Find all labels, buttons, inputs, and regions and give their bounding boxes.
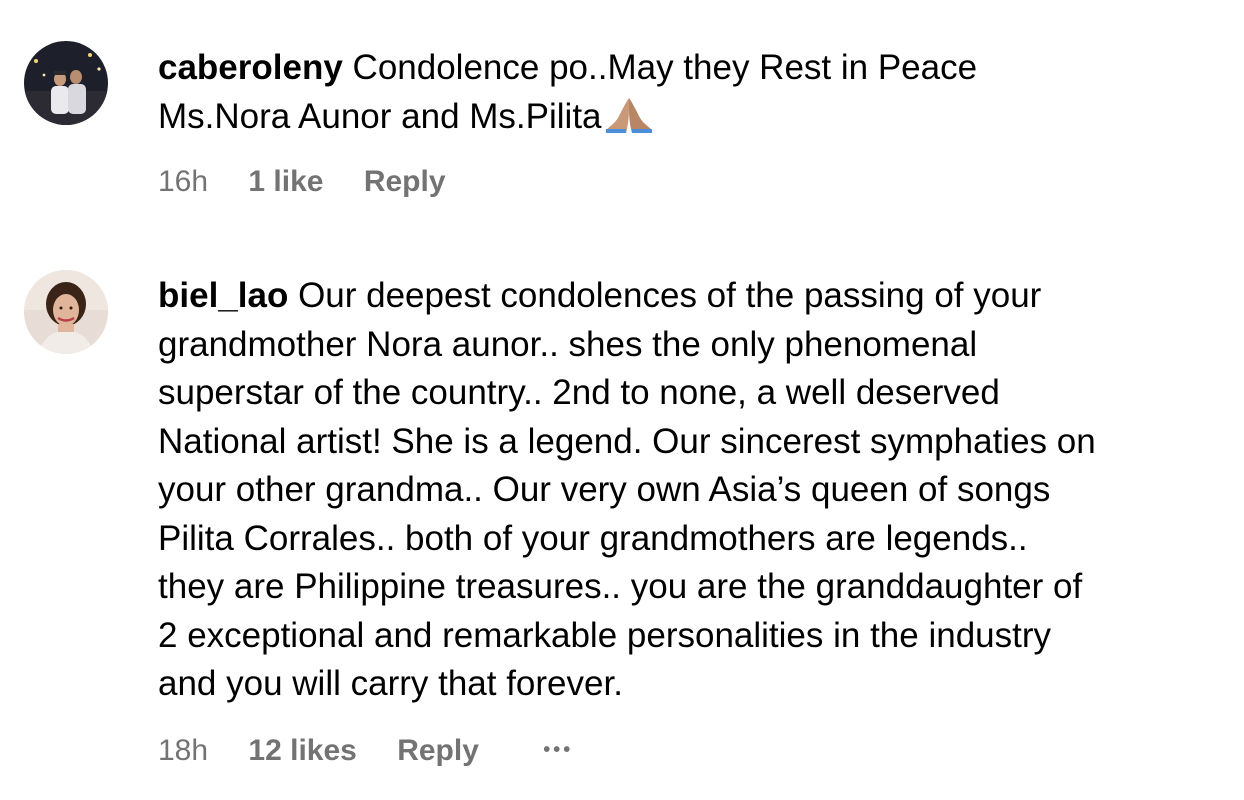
comment-biel-lao: biel_lao Our deepest condolences of the … bbox=[0, 230, 1244, 800]
comment-username[interactable]: biel_lao bbox=[158, 276, 288, 315]
reply-button[interactable]: Reply bbox=[397, 733, 479, 769]
comment-time: 16h bbox=[158, 165, 209, 198]
comment-text-line: Ms.Nora Aunor and Ms.Pilita bbox=[158, 96, 602, 136]
avatar-image bbox=[24, 41, 108, 125]
more-options-icon[interactable]: ••• bbox=[543, 732, 573, 768]
comment-username[interactable]: caberoleny bbox=[158, 48, 343, 87]
comment-caberoleny: caberoleny Condolence po..May they Rest … bbox=[0, 0, 1244, 230]
comment-text: biel_lao Our deepest condolences of the … bbox=[158, 272, 1228, 709]
reply-button[interactable]: Reply bbox=[364, 164, 446, 200]
comment-meta: 18h 12 likes Reply ••• bbox=[158, 732, 573, 769]
comment-body: caberoleny Condolence po..May they Rest … bbox=[158, 44, 1228, 198]
comment-text-line: Pilita Corrales.. both of your grandmoth… bbox=[158, 518, 1028, 558]
avatar-biel-lao[interactable] bbox=[24, 270, 108, 354]
comment-text-line: your other grandma.. Our very own Asia’s… bbox=[158, 470, 1051, 509]
comment-text-line: they are Philippine treasures.. you are … bbox=[158, 567, 1083, 606]
comment-text-line: 2 exceptional and remarkable personaliti… bbox=[158, 615, 1052, 655]
comment-text-line: grandmother Nora aunor.. shes the only p… bbox=[158, 324, 978, 364]
comment-likes[interactable]: 12 likes bbox=[248, 733, 356, 769]
comment-text-line: superstar of the country.. 2nd to none, … bbox=[158, 373, 1000, 412]
folded-hands-icon bbox=[604, 96, 654, 148]
comment-time: 18h bbox=[158, 734, 209, 767]
comment-body: biel_lao Our deepest condolences of the … bbox=[158, 272, 1228, 767]
comment-text-line: Condolence po..May they Rest in Peace bbox=[352, 48, 978, 87]
comment-text-line: Our deepest condolences of the passing o… bbox=[298, 276, 1042, 315]
comment-text-line: and you will carry that forever. bbox=[158, 664, 623, 703]
comment-text-line: National artist! She is a legend. Our si… bbox=[158, 421, 1096, 461]
avatar-image bbox=[24, 270, 108, 354]
comment-text: caberoleny Condolence po..May they Rest … bbox=[158, 44, 1228, 147]
comment-meta: 16h 1 like Reply bbox=[158, 164, 446, 200]
avatar-caberoleny[interactable] bbox=[24, 41, 108, 125]
comment-likes[interactable]: 1 like bbox=[248, 164, 323, 200]
